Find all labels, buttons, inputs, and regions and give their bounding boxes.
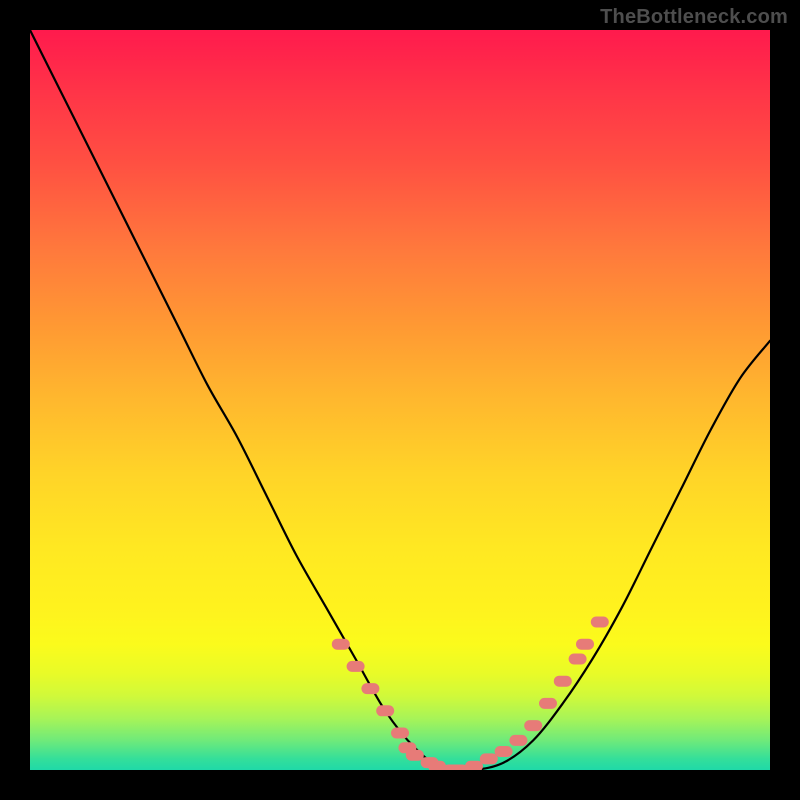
curve-marker — [576, 639, 594, 650]
chart-stage: TheBottleneck.com — [0, 0, 800, 800]
bottleneck-curve — [30, 30, 770, 770]
curve-marker — [347, 661, 365, 672]
plot-area — [30, 30, 770, 770]
curve-marker — [524, 720, 542, 731]
curve-marker — [569, 654, 587, 665]
curve-marker — [332, 639, 350, 650]
curve-marker — [495, 746, 513, 757]
curve-marker — [406, 750, 424, 761]
watermark-text: TheBottleneck.com — [600, 6, 788, 29]
marker-group — [332, 617, 609, 771]
curve-marker — [376, 705, 394, 716]
curve-marker — [554, 676, 572, 687]
curve-marker — [539, 698, 557, 709]
curve-marker — [509, 735, 527, 746]
curve-layer — [30, 30, 770, 770]
curve-marker — [591, 617, 609, 628]
curve-marker — [391, 728, 409, 739]
curve-marker — [465, 761, 483, 770]
curve-marker — [480, 753, 498, 764]
curve-marker — [361, 683, 379, 694]
